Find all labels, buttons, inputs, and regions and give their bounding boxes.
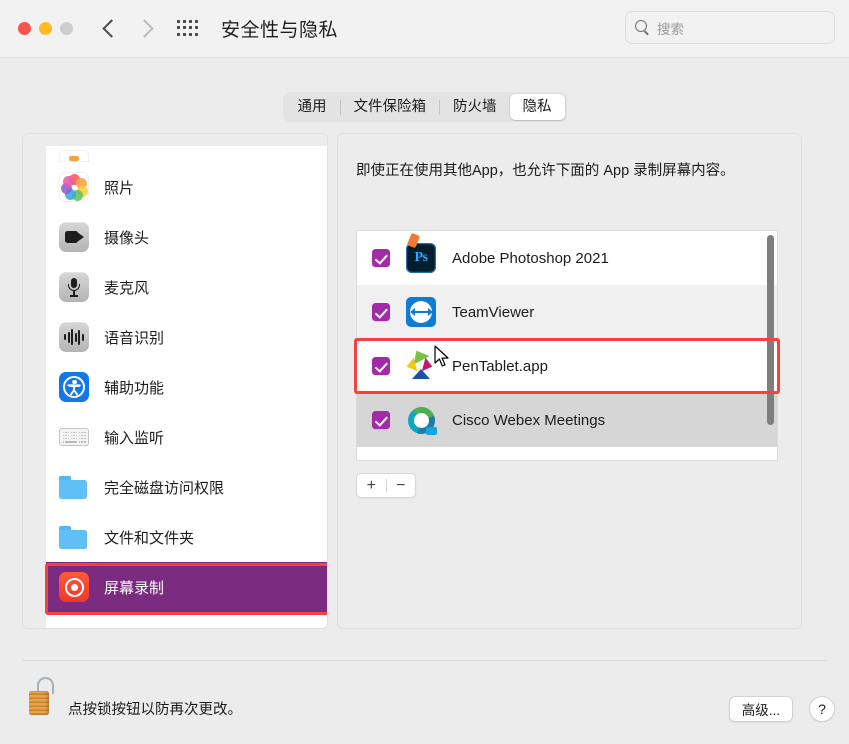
sidebar-item-camera[interactable]: 摄像头 <box>46 212 327 262</box>
app-name: Adobe Photoshop 2021 <box>452 249 609 267</box>
tab-privacy[interactable]: 隐私 <box>509 94 565 120</box>
webex-icon <box>406 405 437 435</box>
sidebar-item-speech-recognition[interactable]: 语音识别 <box>46 312 327 362</box>
app-checkbox[interactable] <box>372 411 390 429</box>
window-controls <box>18 22 73 35</box>
partial-app-icon <box>59 150 89 162</box>
app-name: PenTablet.app <box>452 357 548 375</box>
sidebar-item-label: 辅助功能 <box>104 379 165 397</box>
tab-bar-wrapper: 通用 文件保险箱 防火墙 隐私 <box>0 92 849 122</box>
input-monitoring-keyboard-icon <box>59 422 89 452</box>
tab-bar: 通用 文件保险箱 防火墙 隐私 <box>282 92 567 122</box>
chevron-left-icon[interactable] <box>103 18 116 40</box>
sidebar-item-label: 麦克风 <box>104 279 150 297</box>
tab-general[interactable]: 通用 <box>285 94 340 120</box>
show-all-grid-icon[interactable] <box>177 19 199 38</box>
chevron-right-icon <box>138 18 151 40</box>
minimize-button[interactable] <box>39 22 52 35</box>
tab-firewall[interactable]: 防火墙 <box>440 94 510 120</box>
table-row[interactable]: Cisco Webex Meetings <box>357 393 777 447</box>
sidebar-item-photos[interactable]: 照片 <box>46 162 327 212</box>
table-row[interactable]: TeamViewer <box>357 285 777 339</box>
photos-icon <box>59 172 89 202</box>
app-name: Cisco Webex Meetings <box>452 411 606 429</box>
folder-icon <box>59 472 89 502</box>
search-icon <box>635 20 650 35</box>
add-remove-control: + − <box>356 473 416 498</box>
sidebar-item-input-monitoring[interactable]: 输入监听 <box>46 412 327 462</box>
camera-icon <box>59 222 89 252</box>
sidebar-item-label: 摄像头 <box>104 229 150 247</box>
sidebar-item-accessibility[interactable]: 辅助功能 <box>46 362 327 412</box>
system-preferences-window: 安全性与隐私 搜索 通用 文件保险箱 防火墙 隐私 照片 摄像头 麦克风 语音识… <box>0 0 849 744</box>
search-input[interactable]: 搜索 <box>625 11 835 44</box>
sidebar-item-partial[interactable] <box>46 146 327 162</box>
photoshop-icon: Ps <box>406 243 436 273</box>
divider <box>22 660 827 661</box>
sidebar-item-files-and-folders[interactable]: 文件和文件夹 <box>46 512 327 562</box>
title-bar: 安全性与隐私 搜索 <box>0 0 849 58</box>
app-checkbox[interactable] <box>372 303 390 321</box>
sidebar-item-label: 语音识别 <box>104 329 165 347</box>
close-button[interactable] <box>18 22 31 35</box>
bottom-bar: 点按锁按钮以防再次更改。 高级... ? <box>0 660 849 744</box>
sidebar-item-microphone[interactable]: 麦克风 <box>46 262 327 312</box>
folder-icon <box>59 522 89 552</box>
unlocked-padlock-icon[interactable] <box>29 677 57 715</box>
add-app-button[interactable]: + <box>357 477 386 495</box>
page-title: 安全性与隐私 <box>221 20 339 41</box>
teamviewer-icon <box>406 297 436 327</box>
pentablet-icon <box>404 346 436 381</box>
microphone-icon <box>59 272 89 302</box>
lock-status-text: 点按锁按钮以防再次更改。 <box>68 702 242 718</box>
privacy-categories-sidebar: 照片 摄像头 麦克风 语音识别 辅助功能 输入监听 完全磁盘访问权限 文件和文件… <box>22 133 328 629</box>
tab-filevault[interactable]: 文件保险箱 <box>341 94 440 120</box>
sidebar-item-label: 输入监听 <box>104 429 165 447</box>
accessibility-icon <box>59 372 89 402</box>
help-button[interactable]: ? <box>809 696 835 722</box>
navigation-buttons <box>103 18 151 40</box>
table-row-partial[interactable] <box>357 232 777 460</box>
sidebar-item-screen-recording[interactable]: 屏幕录制 <box>46 562 327 612</box>
app-permission-list[interactable]: Ps Adobe Photoshop 2021 TeamViewer PenTa… <box>356 230 778 461</box>
app-list-scrollbar[interactable] <box>767 235 774 425</box>
sidebar-item-label: 照片 <box>104 179 135 197</box>
sidebar-item-full-disk-access[interactable]: 完全磁盘访问权限 <box>46 462 327 512</box>
app-checkbox[interactable] <box>372 249 390 267</box>
app-checkbox[interactable] <box>372 357 390 375</box>
app-name: TeamViewer <box>452 303 535 321</box>
search-placeholder: 搜索 <box>657 21 684 37</box>
sidebar-item-label: 文件和文件夹 <box>104 529 195 547</box>
sidebar-item-label: 屏幕录制 <box>104 579 165 597</box>
screen-recording-detail-panel: 即使正在使用其他App，也允许下面的 App 录制屏幕内容。 Ps Adobe … <box>337 133 802 629</box>
table-row[interactable]: Ps Adobe Photoshop 2021 <box>357 231 777 285</box>
screen-recording-icon <box>59 572 89 602</box>
speech-recognition-icon <box>59 322 89 352</box>
sidebar-item-label: 完全磁盘访问权限 <box>104 479 225 497</box>
mouse-cursor <box>434 345 449 367</box>
panel-description: 即使正在使用其他App，也允许下面的 App 录制屏幕内容。 <box>356 163 735 179</box>
remove-app-button[interactable]: − <box>387 477 416 495</box>
table-row[interactable]: PenTablet.app <box>357 339 777 393</box>
maximize-button <box>60 22 73 35</box>
advanced-button[interactable]: 高级... <box>728 696 793 722</box>
privacy-categories-list[interactable]: 照片 摄像头 麦克风 语音识别 辅助功能 输入监听 完全磁盘访问权限 文件和文件… <box>46 146 327 628</box>
